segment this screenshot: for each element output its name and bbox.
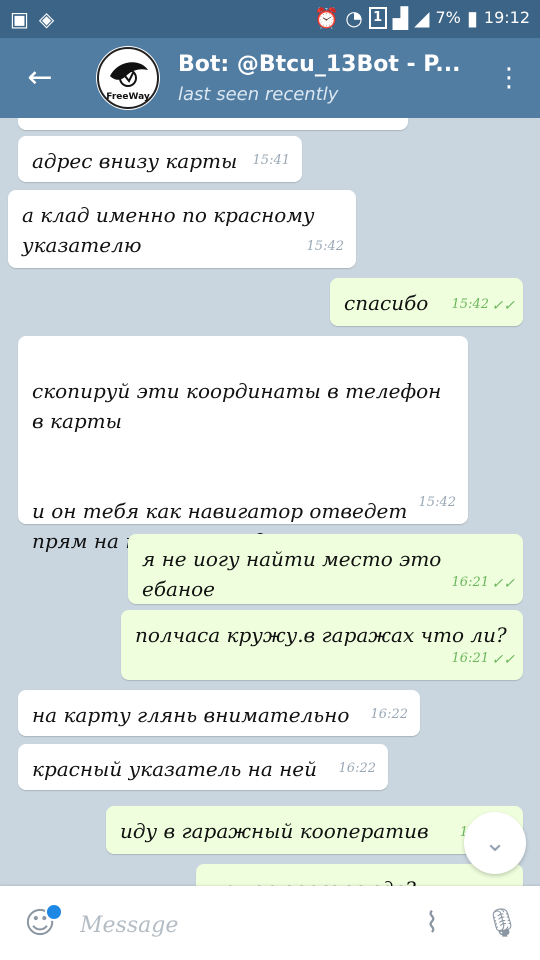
- gallery-icon: ▣: [10, 7, 29, 31]
- message-time: 16:21: [451, 575, 489, 590]
- message-incoming[interactable]: скопируй эти координаты в телефон в карт…: [18, 336, 468, 553]
- alarm-icon: ⏰: [314, 6, 340, 30]
- message-outgoing[interactable]: спасибо 15:42 ✓✓: [330, 278, 523, 326]
- microphone-icon[interactable]: 🎙: [484, 905, 520, 941]
- message-time: 15:41: [252, 153, 290, 168]
- attach-icon[interactable]: ⌇: [414, 905, 450, 941]
- signal-icon-2: ◢: [414, 6, 430, 30]
- message-text: номер гаража где?: [210, 877, 416, 886]
- message-text: я не иогу найти место это ебаное: [142, 547, 442, 601]
- message-text: иду в гаражный кооператив: [120, 819, 429, 843]
- wifi-icon: ◔: [345, 6, 363, 30]
- message-text: а клад именно по красному указателю: [22, 203, 315, 257]
- status-bar: ▣ ◈ ⏰ ◔ 1 ▟ ◢ 7% ▮ 19:12: [0, 0, 540, 38]
- message-incoming[interactable]: на карту глянь внимательно 16:22: [18, 690, 420, 736]
- message-input[interactable]: [78, 906, 382, 944]
- message-incoming[interactable]: а клад именно по красному указателю 15:4…: [8, 190, 356, 268]
- message-time: 15:42: [451, 297, 489, 312]
- message-composer: ☺ ⌇ 🎙: [0, 886, 540, 960]
- read-check-icon: ✓✓: [491, 298, 515, 314]
- last-seen-status: last seen recently: [178, 84, 339, 105]
- message-time: 16:22: [338, 761, 376, 776]
- message-text: адрес внизу карты: [32, 149, 238, 173]
- message-outgoing[interactable]: я не иогу найти место это ебаное 16:21 ✓…: [128, 534, 523, 604]
- chat-title[interactable]: Bot: @Btcu_13Bot - P...: [178, 52, 468, 77]
- message-text: на карту глянь внимательно: [32, 703, 350, 727]
- more-vert-icon[interactable]: ⋮: [496, 60, 522, 96]
- battery-percent: 7%: [435, 8, 461, 27]
- read-check-icon: ✓✓: [491, 652, 515, 668]
- notification-dot: [45, 903, 63, 921]
- partial-message[interactable]: [18, 118, 408, 130]
- chevron-down-icon: ⌄: [484, 828, 506, 858]
- signal-icon: ▟: [392, 6, 409, 30]
- chat-header: ← FreeWay Bot: @Btcu_13Bot - P... last s…: [0, 38, 540, 118]
- avatar-label: FreeWay: [106, 92, 150, 102]
- message-text: красный указатель на ней: [32, 757, 317, 781]
- message-outgoing[interactable]: полчаса кружу.в гаражах что ли? 16:21 ✓✓: [121, 610, 523, 680]
- message-outgoing[interactable]: иду в гаражный кооператив 16:2: [106, 806, 523, 854]
- message-incoming[interactable]: адрес внизу карты 15:41: [18, 136, 302, 182]
- message-time: 15:42: [306, 239, 344, 254]
- message-text: скопируй эти координаты в телефон в карт…: [32, 379, 442, 553]
- sim-indicator: 1: [368, 7, 387, 29]
- app-notification-icon: ◈: [38, 7, 55, 31]
- message-time: 16:21: [451, 651, 489, 666]
- scroll-down-button[interactable]: ⌄: [464, 812, 526, 874]
- avatar[interactable]: FreeWay: [96, 46, 160, 110]
- clock: 19:12: [483, 8, 530, 27]
- message-time: 15:42: [418, 495, 456, 510]
- message-incoming[interactable]: красный указатель на ней 16:22: [18, 744, 388, 790]
- back-arrow-icon[interactable]: ←: [18, 56, 62, 100]
- battery-icon: ▮: [466, 6, 478, 30]
- message-time: 16:22: [370, 707, 408, 722]
- message-list[interactable]: адрес внизу карты 15:41 а клад именно по…: [0, 118, 540, 886]
- read-check-icon: ✓✓: [491, 576, 515, 592]
- message-text: спасибо: [344, 291, 429, 315]
- message-outgoing[interactable]: номер гаража где?: [196, 864, 523, 886]
